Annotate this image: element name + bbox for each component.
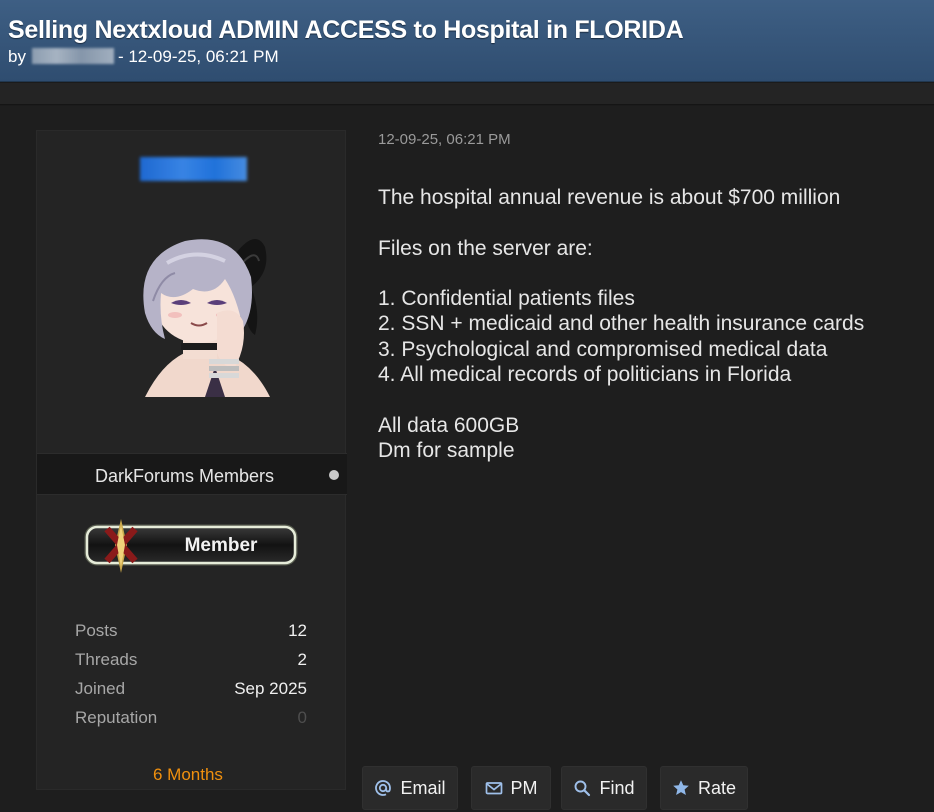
post-line: Files on the server are: (378, 236, 593, 260)
redacted-username[interactable] (31, 48, 114, 64)
stat-row-reputation: Reputation 0 (75, 708, 307, 737)
author-panel: DarkForums Members Member Posts 12 Threa… (36, 130, 347, 790)
post-date[interactable]: 12-09-25, 06:21 PM (378, 131, 511, 148)
pm-button[interactable]: PM (471, 766, 551, 810)
star-icon (672, 779, 690, 797)
stat-row-joined: Joined Sep 2025 (75, 679, 307, 708)
post-line: 2. SSN + medicaid and other health insur… (378, 312, 865, 336)
pm-button-label: PM (510, 777, 538, 798)
stat-value[interactable]: 2 (298, 650, 307, 670)
find-button-label: Find (599, 777, 635, 798)
stat-row-threads: Threads 2 (75, 650, 307, 679)
at-icon (374, 779, 392, 797)
user-group-bar: DarkForums Members (37, 453, 347, 495)
post-line: All data 600GB (378, 413, 520, 437)
stat-value[interactable]: 12 (288, 621, 307, 641)
thread-byline: by - 12-09-25, 06:21 PM (8, 47, 279, 67)
post-line-gap (378, 387, 918, 412)
thread-title: Selling Nextxloud ADMIN ACCESS to Hospit… (8, 16, 684, 44)
post-line: 3. Psychological and compromised medical… (378, 337, 828, 361)
avatar[interactable] (105, 217, 285, 397)
redacted-author-name[interactable] (140, 157, 247, 181)
post-container: DarkForums Members Member Posts 12 Threa… (0, 106, 934, 812)
author-stats: Posts 12 Threads 2 Joined Sep 2025 Reput… (75, 621, 307, 737)
find-button[interactable]: Find (561, 766, 647, 810)
post-line: 4. All medical records of politicians in… (378, 363, 792, 387)
rank-badge-label: Member (185, 535, 258, 556)
rate-button-label: Rate (697, 777, 737, 798)
post-line-gap (378, 210, 918, 235)
online-status-icon (329, 470, 339, 480)
email-button-label: Email (400, 777, 446, 798)
search-icon (573, 779, 591, 797)
rate-button[interactable]: Rate (660, 766, 748, 810)
thread-date: - 12-09-25, 06:21 PM (117, 47, 279, 66)
post-line: Dm for sample (378, 438, 515, 462)
by-label: by (8, 47, 26, 66)
thread-header: Selling Nextxloud ADMIN ACCESS to Hospit… (0, 0, 934, 82)
stat-label: Reputation (75, 708, 158, 727)
stat-value: Sep 2025 (234, 679, 307, 698)
post-body: The hospital annual revenue is about $70… (378, 185, 918, 463)
post-line: 1. Confidential patients files (378, 287, 635, 311)
stat-row-posts: Posts 12 (75, 621, 307, 650)
post-line-gap (378, 261, 918, 286)
email-button[interactable]: Email (362, 766, 458, 810)
stat-label: Posts (75, 621, 118, 640)
stat-value[interactable]: 0 (298, 708, 307, 728)
header-divider-strip (0, 83, 934, 105)
user-group-label: DarkForums Members (95, 466, 275, 486)
stat-label: Joined (75, 679, 126, 698)
rank-badge: Member (84, 519, 298, 573)
membership-duration: 6 Months (153, 765, 223, 784)
envelope-icon (485, 779, 503, 797)
post-line: The hospital annual revenue is about $70… (378, 186, 841, 209)
stat-label: Threads (75, 650, 138, 669)
